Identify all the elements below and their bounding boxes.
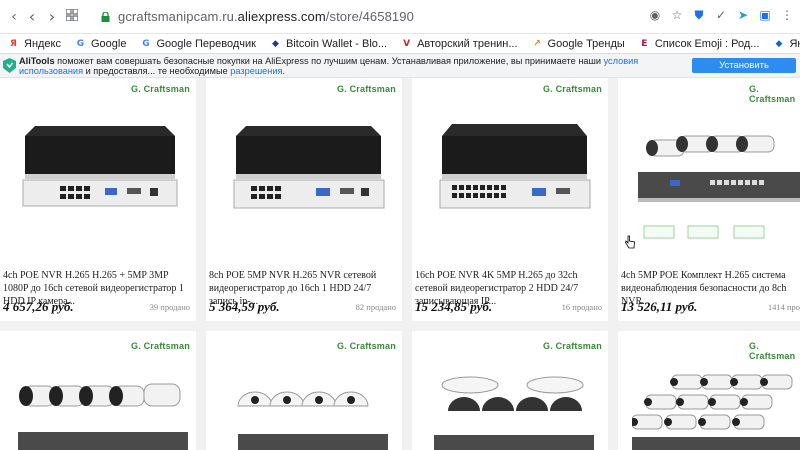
google-translate-icon: G — [142, 38, 150, 49]
forward-arrow-icon[interactable]: › — [44, 9, 60, 25]
camera-kit-image — [632, 374, 800, 450]
brand-label: G. Craftsman — [749, 84, 796, 104]
back-button[interactable]: ‹ — [24, 9, 40, 25]
product-card[interactable]: G. Craftsman 16ch POE NVR 4K 5MP H.265 д… — [412, 78, 608, 321]
brand-label: G. Craftsman — [749, 341, 796, 361]
bookmark-label: Яндекс — [24, 37, 61, 50]
bookmark-label: Яндекс.Касса — [789, 37, 800, 50]
bookmark-item[interactable]: ↗ Google Тренды — [532, 38, 625, 50]
camera-kit-image — [18, 383, 188, 450]
nvr-image — [22, 126, 178, 207]
google-trends-icon: ↗ — [533, 38, 541, 49]
install-extension-button[interactable]: Установить расширение — [692, 58, 796, 86]
nvr-image — [233, 126, 385, 209]
product-price: 15 234,85 руб. — [415, 299, 493, 314]
camera-kit-image — [638, 135, 800, 239]
bookmark-label: Bitcoin Wallet - Blo... — [285, 37, 388, 50]
bookmark-label: Google — [91, 37, 127, 50]
alitools-logo-icon — [3, 58, 16, 73]
brand-label: G. Craftsman — [337, 84, 396, 94]
dome-camera-kit-image — [237, 391, 388, 450]
dome-camera-kit-image — [434, 376, 594, 450]
product-card[interactable]: G. Craftsman 4ch POE NVR H.265 H.265 + 5… — [0, 78, 196, 321]
hand-cursor-icon — [625, 235, 635, 249]
bookmark-label: Авторский тренин... — [417, 37, 518, 50]
alitools-text-c: . — [282, 66, 286, 76]
product-price: 5 364,59 руб. — [209, 299, 280, 314]
alitools-banner: AliTools поможет вам совершать безопасны… — [0, 54, 800, 86]
url-path: /store/4658190 — [325, 9, 414, 24]
bitcoin-icon: ◆ — [272, 38, 279, 49]
telegram-icon[interactable]: ➤ — [736, 8, 750, 22]
bookmark-item[interactable]: G Google — [75, 37, 127, 50]
bookmarks-bar: Я Яндекс G Google G Google Переводчик ◆ Bitcoin… — [0, 34, 800, 54]
alitools-message: AliTools поможет вам совершать безопасны… — [19, 56, 689, 76]
alitools-brand: AliTools — [19, 56, 55, 66]
bookmark-item[interactable]: Я Яндекс — [8, 38, 61, 50]
product-card[interactable]: G. Craftsman — [0, 331, 196, 450]
star-icon[interactable]: ☆ — [670, 8, 684, 22]
url-host: aliexpress.com — [237, 9, 326, 24]
share-icon[interactable]: ✓ — [714, 8, 728, 22]
product-card[interactable]: G. Craftsman 4ch 5MP POE Комплект H.265 … — [618, 78, 800, 321]
sold-count: 82 продано — [355, 302, 396, 312]
bookmark-item[interactable]: ◆ Bitcoin Wallet - Blo... — [270, 38, 387, 50]
alitools-text-a: поможет вам совершать безопасные покупки… — [54, 56, 604, 66]
product-price: 4 657,26 руб. — [3, 299, 74, 314]
product-card[interactable]: G. Craftsman — [206, 331, 402, 450]
menu-icon[interactable]: ⋮ — [780, 8, 794, 22]
lock-icon[interactable] — [101, 12, 110, 22]
yandex-kassa-icon: ◆ — [775, 38, 783, 49]
bookmark-item[interactable]: G Google Переводчик — [140, 38, 256, 50]
permissions-link[interactable]: разрешения — [230, 66, 282, 76]
bookmark-item[interactable]: ◆ Яндекс.Касса — [773, 38, 800, 50]
shield-icon[interactable]: ⛊ — [692, 8, 706, 22]
sold-count: 39 продано — [149, 302, 190, 312]
v-icon: V — [403, 38, 411, 49]
google-icon: G — [76, 38, 85, 49]
address-bar: ‹ ‹ › gcraftsmanipcam.ru.aliexpress.com/… — [0, 0, 800, 34]
brand-label: G. Craftsman — [543, 341, 602, 351]
back-arrow-icon[interactable]: ‹ — [6, 9, 22, 25]
product-price: 13 526,11 руб. — [621, 299, 698, 314]
product-card[interactable]: G. Craftsman — [412, 331, 608, 450]
brand-label: G. Craftsman — [337, 341, 396, 351]
bookmark-item[interactable]: E Список Emoji : Род... — [639, 37, 760, 50]
emoji-list-icon: E — [641, 38, 648, 49]
brand-label: G. Craftsman — [131, 84, 190, 94]
bookmark-label: Список Emoji : Род... — [654, 37, 760, 50]
bookmark-label: Google Переводчик — [156, 37, 256, 50]
sold-count: 16 продано — [561, 302, 602, 312]
yandex-icon: Я — [10, 38, 17, 49]
extension-icon[interactable]: ▣ — [758, 8, 772, 22]
product-card[interactable]: G. Craftsman 8ch POE 5MP NVR H.265 NVR с… — [206, 78, 402, 321]
camera-icon[interactable]: ◉ — [648, 8, 662, 22]
brand-label: G. Craftsman — [543, 84, 602, 94]
brand-label: G. Craftsman — [131, 341, 190, 351]
url-field[interactable]: gcraftsmanipcam.ru.aliexpress.com/store/… — [118, 9, 414, 24]
apps-grid-icon[interactable] — [66, 9, 82, 25]
sold-count: 1414 про — [767, 302, 800, 312]
bookmark-item[interactable]: V Авторский тренин... — [401, 38, 517, 50]
product-card[interactable]: G. Craftsman — [618, 331, 800, 450]
alitools-text-b: и предоставля... те необходимые — [83, 66, 231, 76]
url-prefix: gcraftsmanipcam.ru. — [118, 9, 238, 24]
nvr-image — [439, 124, 591, 209]
product-grid: G. Craftsman 4ch POE NVR H.265 H.265 + 5… — [0, 78, 800, 450]
bookmark-label: Google Тренды — [547, 37, 625, 50]
